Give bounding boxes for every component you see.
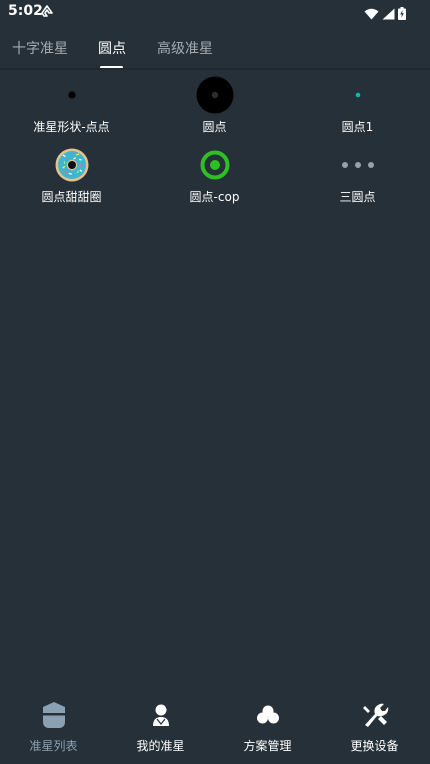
crosshair-item[interactable]: 准星形状-点点 — [0, 72, 143, 142]
app-notification-icon — [41, 4, 53, 23]
status-time: 5:02 — [8, 3, 43, 19]
tab-cross-crosshair[interactable]: 十字准星 — [12, 38, 68, 58]
crosshair-item[interactable]: 圆点 — [143, 72, 286, 142]
crosshair-list-icon — [0, 700, 107, 730]
bottom-navigation: 准星列表 我的准星 方案管理 更换设备 — [0, 690, 430, 764]
three-grey-dots-icon — [286, 142, 429, 188]
large-black-circle-dot-icon — [143, 72, 286, 118]
small-black-dot-icon — [0, 72, 143, 118]
nav-my-crosshair[interactable]: 我的准星 — [107, 690, 214, 764]
crosshair-item-label: 准星形状-点点 — [33, 120, 110, 134]
crosshair-item-label: 三圆点 — [339, 190, 376, 204]
crosshair-item[interactable]: 三圆点 — [286, 142, 429, 212]
cell-signal-icon — [382, 5, 395, 24]
green-ring-dot-icon — [143, 142, 286, 188]
crosshair-item[interactable]: 圆点1 — [286, 72, 429, 142]
nav-change-device[interactable]: 更换设备 — [321, 690, 428, 764]
crosshair-item-label: 圆点-cop — [189, 190, 240, 204]
tab-divider — [0, 68, 430, 70]
nav-label: 更换设备 — [350, 739, 399, 753]
user-icon — [107, 700, 214, 730]
wrench-icon — [321, 700, 428, 730]
status-bar: 5:02 — [0, 0, 430, 24]
crosshair-item-label: 圆点 — [202, 120, 227, 134]
crosshair-item-label: 圆点1 — [341, 120, 374, 134]
nav-label: 准星列表 — [29, 739, 78, 753]
nav-crosshair-list[interactable]: 准星列表 — [0, 690, 107, 764]
crosshair-item-label: 圆点甜甜圈 — [41, 190, 102, 204]
donut-sprinkles-icon — [0, 142, 143, 188]
tiny-cyan-dot-icon — [286, 72, 429, 118]
nav-plan-management[interactable]: 方案管理 — [214, 690, 321, 764]
clover-icon — [214, 700, 321, 730]
nav-label: 方案管理 — [243, 739, 292, 753]
tab-dot[interactable]: 圆点 — [98, 38, 126, 58]
crosshair-item[interactable]: 圆点-cop — [143, 142, 286, 212]
tab-advanced-crosshair[interactable]: 高级准星 — [157, 38, 213, 58]
wifi-icon — [364, 5, 379, 24]
nav-label: 我的准星 — [136, 739, 185, 753]
crosshair-item[interactable]: 圆点甜甜圈 — [0, 142, 143, 212]
battery-charging-icon — [398, 5, 406, 24]
crosshair-category-tabs: 十字准星 圆点 高级准星 — [0, 28, 430, 68]
